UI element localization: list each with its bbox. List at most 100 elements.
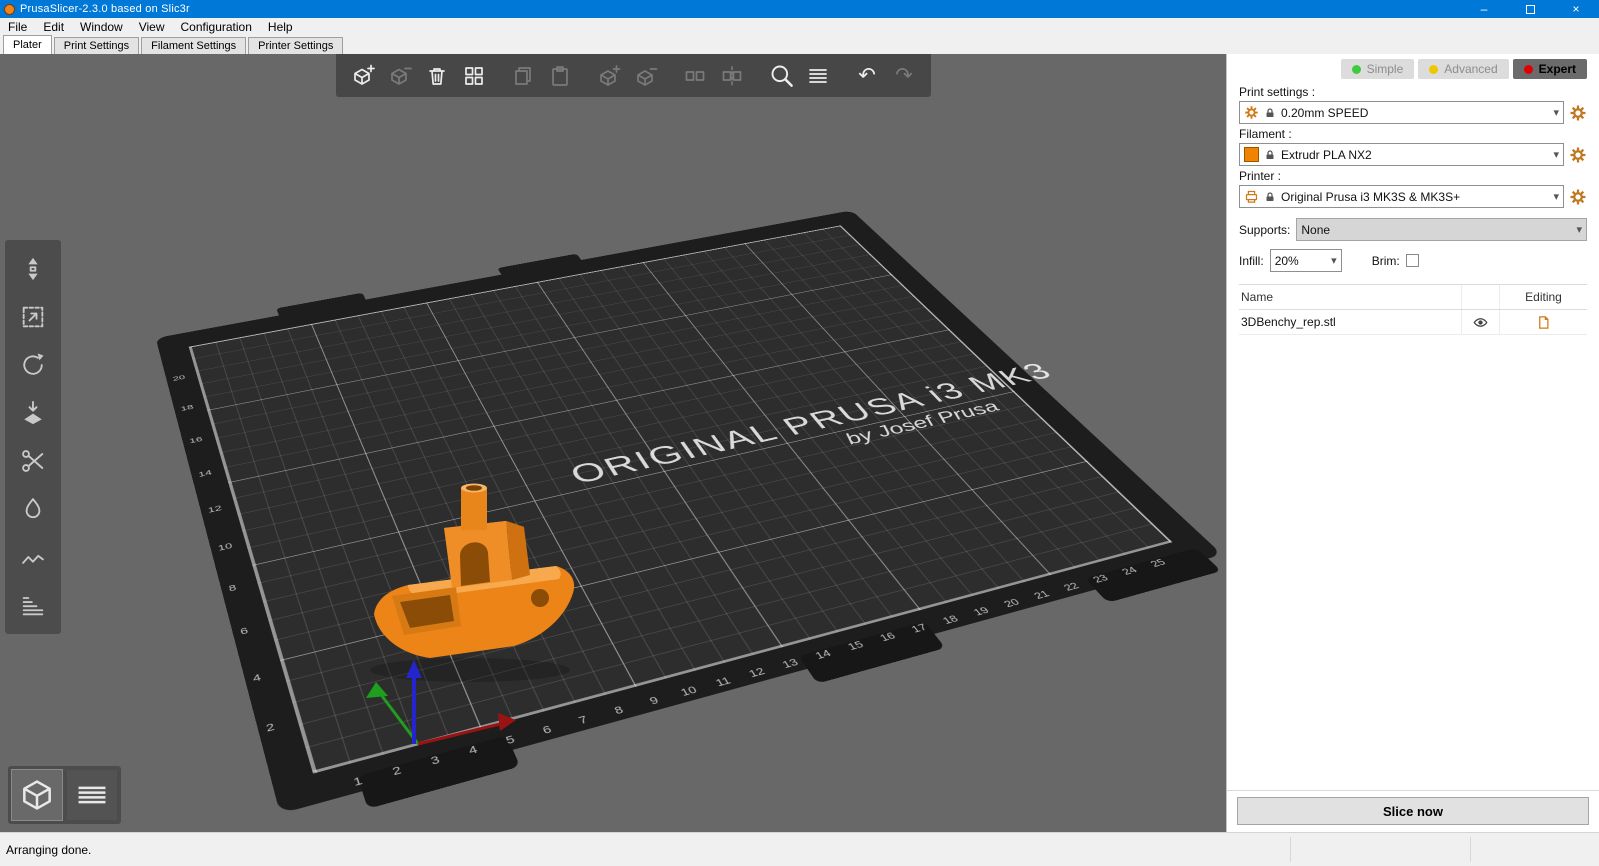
slice-now-button[interactable]: Slice now	[1237, 797, 1589, 825]
split-to-objects-button[interactable]	[678, 59, 712, 93]
3d-viewport[interactable]: ORIGINAL PRUSA i3 MK3 by Josef Prusa 123…	[0, 54, 1226, 832]
supports-label: Supports:	[1239, 223, 1290, 237]
chevron-down-icon: ▾	[1574, 223, 1582, 236]
add-instance-button[interactable]	[592, 59, 626, 93]
split-to-parts-button[interactable]	[715, 59, 749, 93]
search-button[interactable]	[764, 59, 798, 93]
chevron-down-icon: ▾	[1329, 254, 1337, 267]
3d-editor-view-button[interactable]	[12, 770, 62, 820]
move-gizmo-button[interactable]	[11, 248, 55, 290]
filament-color-swatch	[1244, 147, 1259, 162]
bed-frame: ORIGINAL PRUSA i3 MK3 by Josef Prusa 123…	[156, 210, 1223, 814]
top-toolbar: ↶ ↷	[336, 54, 931, 97]
undo-icon: ↶	[858, 65, 876, 86]
supports-value: None	[1301, 223, 1569, 237]
object-name: 3DBenchy_rep.stl	[1239, 315, 1461, 329]
infill-value: 20%	[1275, 254, 1324, 268]
variable-layer-height-gizmo-button[interactable]	[11, 584, 55, 626]
tabbar: Plater Print Settings Filament Settings …	[0, 35, 1599, 54]
print-settings-label: Print settings :	[1239, 85, 1587, 99]
menu-help[interactable]: Help	[260, 18, 301, 35]
printer-gear-button[interactable]	[1569, 188, 1587, 206]
infill-label: Infill:	[1239, 254, 1264, 268]
menu-configuration[interactable]: Configuration	[173, 18, 260, 35]
simple-mode-dot-icon	[1352, 65, 1361, 74]
object-list: Name Editing 3DBenchy_rep.stl	[1239, 284, 1587, 335]
mode-expert-button[interactable]: Expert	[1513, 59, 1587, 79]
rotate-gizmo-button[interactable]	[11, 344, 55, 386]
expert-mode-dot-icon	[1524, 65, 1533, 74]
view-switch	[8, 766, 121, 824]
column-header-name: Name	[1239, 290, 1461, 304]
status-text: Arranging done.	[6, 843, 91, 857]
settings-sidebar: Simple Advanced Expert Print settings : …	[1226, 54, 1599, 832]
tab-plater[interactable]: Plater	[3, 35, 52, 54]
statusbar: Arranging done.	[0, 832, 1599, 866]
minimize-icon: –	[1481, 2, 1488, 16]
filament-label: Filament :	[1239, 127, 1587, 141]
lock-icon	[1264, 190, 1276, 204]
print-settings-combo[interactable]: 0.20mm SPEED ▾	[1239, 101, 1564, 124]
scale-gizmo-button[interactable]	[11, 296, 55, 338]
maximize-icon	[1526, 5, 1535, 14]
window-controls: – ×	[1461, 0, 1599, 18]
maximize-button[interactable]	[1507, 0, 1553, 18]
undo-button[interactable]: ↶	[850, 59, 884, 93]
paint-on-supports-gizmo-button[interactable]	[11, 488, 55, 530]
edit-object-icon[interactable]	[1536, 315, 1551, 330]
tab-print-settings[interactable]: Print Settings	[54, 37, 139, 54]
chevron-down-icon: ▾	[1551, 190, 1559, 203]
menu-file[interactable]: File	[0, 18, 35, 35]
object-list-header: Name Editing	[1239, 285, 1587, 310]
place-on-face-gizmo-button[interactable]	[11, 392, 55, 434]
filament-gear-button[interactable]	[1569, 146, 1587, 164]
mode-advanced-label: Advanced	[1444, 62, 1497, 76]
seam-painting-gizmo-button[interactable]	[11, 536, 55, 578]
variable-layer-height-button[interactable]	[801, 59, 835, 93]
cut-gizmo-button[interactable]	[11, 440, 55, 482]
close-button[interactable]: ×	[1553, 0, 1599, 18]
supports-combo[interactable]: None ▾	[1296, 218, 1587, 241]
statusbar-divider	[1470, 837, 1471, 862]
object-row[interactable]: 3DBenchy_rep.stl	[1239, 310, 1587, 335]
print-bed[interactable]: ORIGINAL PRUSA i3 MK3 by Josef Prusa 123…	[156, 210, 1223, 814]
delete-object-button[interactable]	[383, 59, 417, 93]
delete-all-button[interactable]	[420, 59, 454, 93]
copy-button[interactable]	[506, 59, 540, 93]
redo-button[interactable]: ↷	[887, 59, 921, 93]
tab-printer-settings[interactable]: Printer Settings	[248, 37, 343, 54]
tab-filament-settings[interactable]: Filament Settings	[141, 37, 246, 54]
printer-label: Printer :	[1239, 169, 1587, 183]
advanced-mode-dot-icon	[1429, 65, 1438, 74]
printer-icon	[1244, 189, 1259, 204]
titlebar: PrusaSlicer-2.3.0 based on Slic3r – ×	[0, 0, 1599, 18]
minimize-button[interactable]: –	[1461, 0, 1507, 18]
add-object-button[interactable]	[346, 59, 380, 93]
redo-icon: ↷	[895, 65, 913, 86]
menu-edit[interactable]: Edit	[35, 18, 72, 35]
window-title: PrusaSlicer-2.3.0 based on Slic3r	[20, 3, 190, 15]
mode-expert-label: Expert	[1539, 62, 1576, 76]
remove-instance-button[interactable]	[629, 59, 663, 93]
infill-combo[interactable]: 20% ▾	[1270, 249, 1342, 272]
filament-combo[interactable]: Extrudr PLA NX2 ▾	[1239, 143, 1564, 166]
print-profile-gear-icon	[1244, 105, 1259, 120]
printer-combo[interactable]: Original Prusa i3 MK3S & MK3S+ ▾	[1239, 185, 1564, 208]
lock-icon	[1264, 148, 1276, 162]
preview-view-button[interactable]	[67, 770, 117, 820]
brim-checkbox[interactable]	[1406, 254, 1419, 267]
mode-advanced-button[interactable]: Advanced	[1418, 59, 1508, 79]
menu-window[interactable]: Window	[72, 18, 131, 35]
slice-button-area: Slice now	[1227, 790, 1599, 832]
filament-value: Extrudr PLA NX2	[1281, 148, 1546, 162]
mode-simple-button[interactable]: Simple	[1341, 59, 1415, 79]
arrange-button[interactable]	[457, 59, 491, 93]
mode-simple-label: Simple	[1367, 62, 1404, 76]
menu-view[interactable]: View	[131, 18, 173, 35]
app-logo-icon	[4, 4, 15, 15]
column-header-visibility	[1461, 285, 1499, 309]
print-settings-gear-button[interactable]	[1569, 104, 1587, 122]
mode-selector: Simple Advanced Expert	[1239, 59, 1587, 79]
eye-icon[interactable]	[1473, 315, 1488, 330]
paste-button[interactable]	[543, 59, 577, 93]
